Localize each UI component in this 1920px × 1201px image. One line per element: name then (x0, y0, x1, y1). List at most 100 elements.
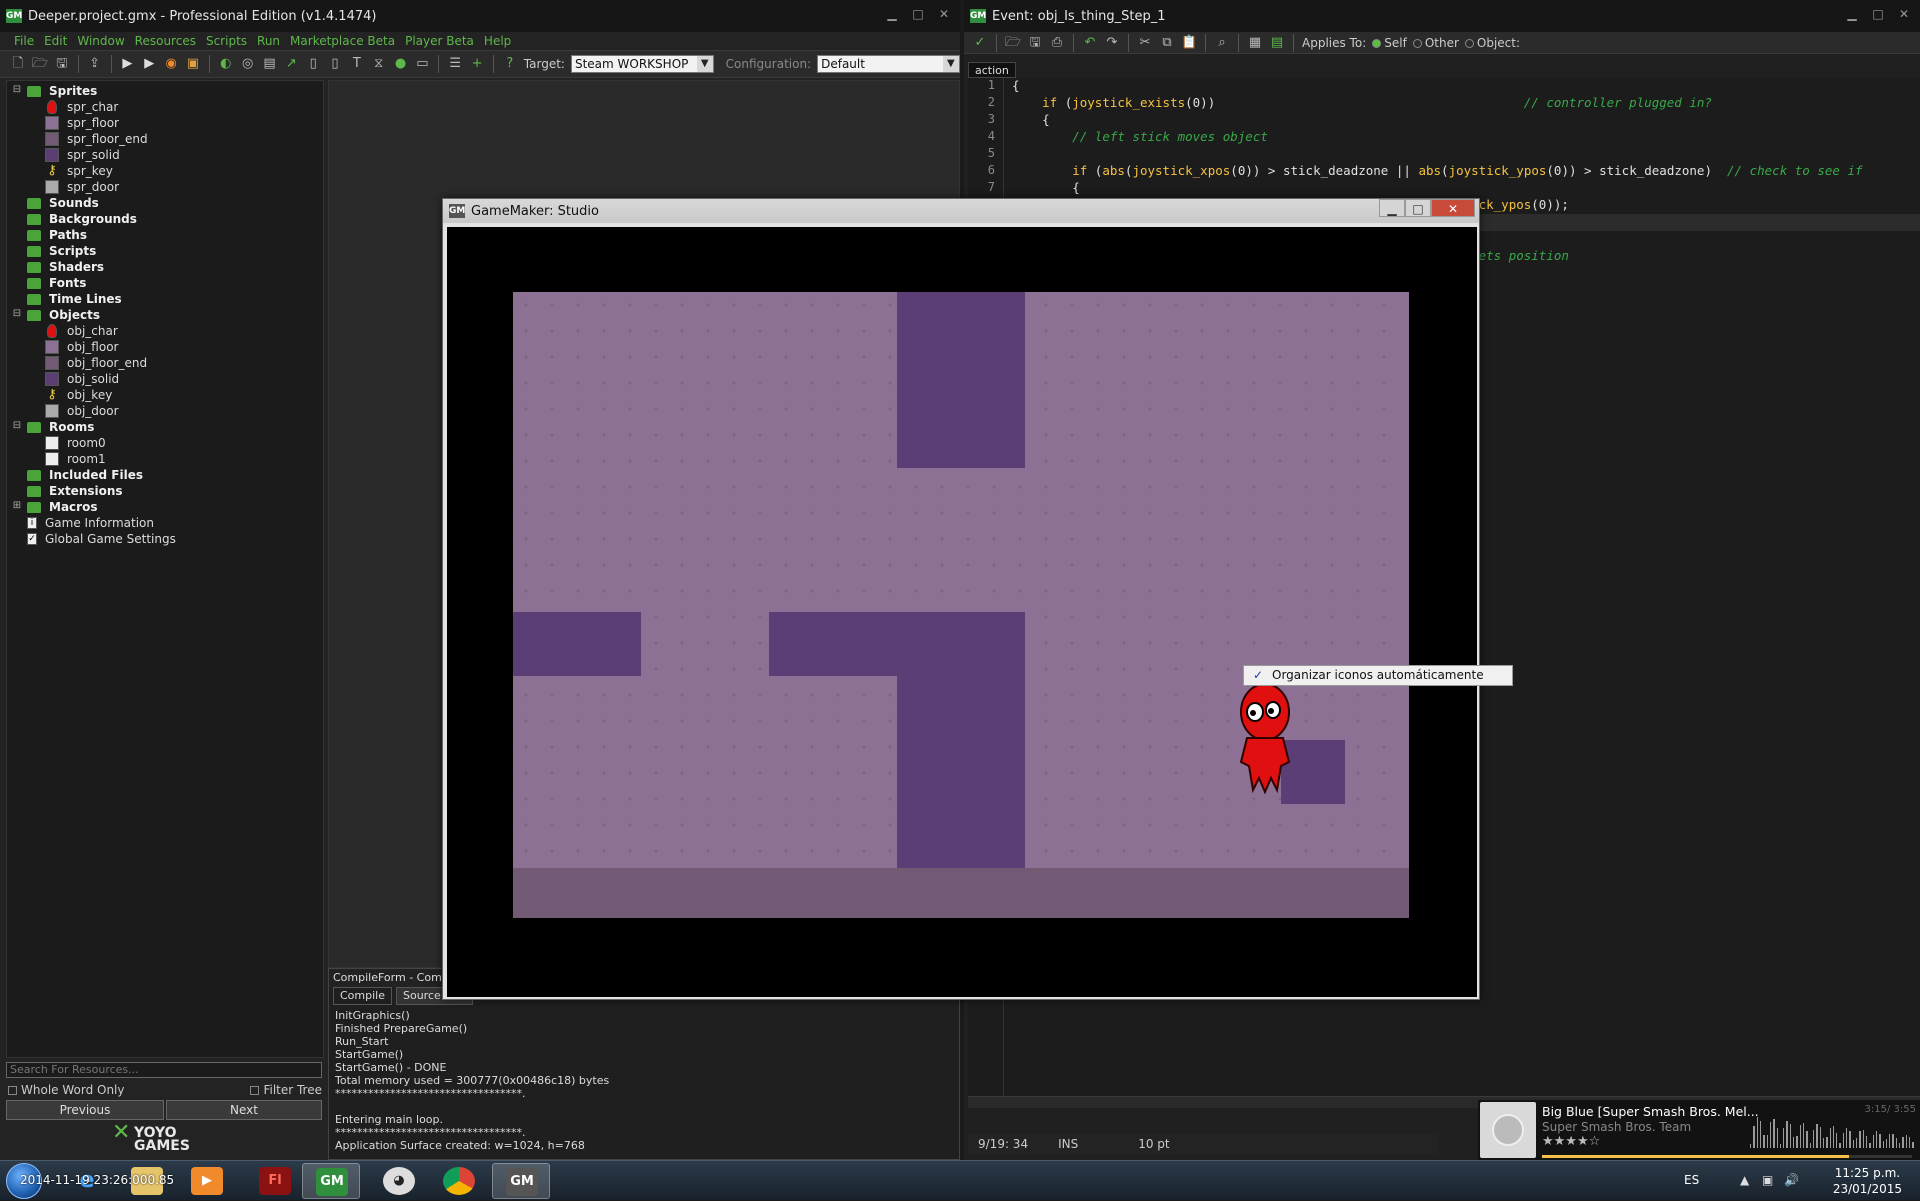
tree-item[interactable]: obj_solid (11, 371, 323, 387)
maximize-icon[interactable]: □ (908, 6, 928, 22)
search-input[interactable]: Search For Resources... (6, 1062, 322, 1078)
redo-icon[interactable]: ↷ (1104, 35, 1120, 51)
next-button[interactable]: Next (166, 1100, 322, 1120)
taskbar-app-media-player[interactable]: ▶ (178, 1163, 236, 1199)
game-viewport[interactable] (447, 227, 1477, 997)
tree-group-timelines[interactable]: Time Lines (11, 291, 323, 307)
tab-compile[interactable]: Compile (333, 987, 392, 1005)
config-select[interactable]: Default ▼ (817, 55, 960, 73)
radio-self[interactable]: Self (1372, 36, 1407, 50)
language-indicator[interactable]: ES (1684, 1173, 1699, 1187)
tree-item[interactable]: spr_floor_end (11, 131, 323, 147)
stop-icon[interactable]: ◉ (163, 56, 179, 72)
undo-icon[interactable]: ↶ (1082, 35, 1098, 51)
open-folder-icon[interactable]: 🗁 (32, 56, 48, 72)
copy-icon[interactable]: ⧉ (1159, 35, 1175, 51)
tree-group-backgrounds[interactable]: Backgrounds (11, 211, 323, 227)
tree-item[interactable]: spr_char (11, 99, 323, 115)
filter-tree-checkbox[interactable] (250, 1086, 260, 1095)
tab-action[interactable]: action (968, 62, 1016, 78)
network-icon[interactable]: ▣ (1762, 1173, 1773, 1187)
tree-group-scripts[interactable]: Scripts (11, 243, 323, 259)
expand-icon[interactable]: ⊞ (11, 501, 23, 513)
tree-global-settings[interactable]: ✓ Global Game Settings (11, 531, 323, 547)
track-progress[interactable] (1542, 1155, 1912, 1158)
whole-word-checkbox[interactable] (8, 1086, 17, 1095)
shader-icon[interactable]: ▯ (327, 56, 343, 72)
radio-object[interactable]: Object: (1464, 36, 1520, 50)
paste-icon[interactable]: 📋 (1181, 35, 1197, 51)
filter-tree-toggle[interactable]: Filter Tree (250, 1083, 322, 1097)
taskbar-app-chrome[interactable] (430, 1163, 488, 1199)
previous-button[interactable]: Previous (6, 1100, 164, 1120)
path-icon[interactable]: ↗ (283, 56, 299, 72)
package-icon[interactable]: ▣ (185, 56, 201, 72)
tree-group-sounds[interactable]: Sounds (11, 195, 323, 211)
now-playing-panel[interactable]: Big Blue [Super Smash Bros. Mel... Super… (1478, 1100, 1920, 1160)
tree-item[interactable]: obj_floor (11, 339, 323, 355)
tree-group-extensions[interactable]: Extensions (11, 483, 323, 499)
timeline-icon[interactable]: ⧖ (371, 56, 387, 72)
menu-help[interactable]: Help (484, 34, 511, 48)
menu-run[interactable]: Run (257, 34, 280, 48)
tree-group-rooms[interactable]: ⊟ Rooms (11, 419, 323, 435)
target-select[interactable]: Steam WORKSHOP ▼ (570, 55, 714, 73)
menu-marketplace[interactable]: Marketplace Beta (290, 34, 395, 48)
tree-item[interactable]: obj_floor_end (11, 355, 323, 371)
script-icon[interactable]: ▯ (305, 56, 321, 72)
radio-other-button[interactable] (1412, 38, 1422, 48)
menu-scripts[interactable]: Scripts (206, 34, 247, 48)
minimize-icon[interactable]: ▁ (1379, 199, 1405, 217)
radio-object-button[interactable] (1464, 38, 1474, 48)
tree-group-objects[interactable]: ⊟ Objects (11, 307, 323, 323)
taskbar-app-flash[interactable]: Fl (246, 1163, 304, 1199)
grid-icon[interactable]: ▦ (1247, 35, 1263, 51)
tree-item[interactable]: ⚷ obj_key (11, 387, 323, 403)
close-icon[interactable]: ✕ (1894, 6, 1914, 22)
context-menu-item[interactable]: ✓ Organizar iconos automáticamente (1243, 665, 1513, 686)
resource-tree[interactable]: ⊟ Sprites spr_char spr_floor spr_floor_en… (6, 80, 324, 1058)
save-icon[interactable]: 🖫 (1027, 35, 1043, 51)
system-clock[interactable]: 11:25 p.m. 23/01/2015 (1833, 1165, 1902, 1197)
run-icon[interactable]: ▶ (120, 56, 136, 72)
save-icon[interactable]: 🖫 (54, 56, 70, 72)
tray-expand-icon[interactable]: ▲ (1740, 1173, 1749, 1187)
maximize-icon[interactable]: □ (1405, 199, 1431, 217)
tree-group-included-files[interactable]: Included Files (11, 467, 323, 483)
collapse-icon[interactable]: ⊟ (11, 309, 23, 321)
tree-item[interactable]: obj_door (11, 403, 323, 419)
tree-item[interactable]: spr_door (11, 179, 323, 195)
sound-icon[interactable]: ◎ (240, 56, 256, 72)
close-icon[interactable]: ✕ (1431, 199, 1475, 217)
open-folder-icon[interactable]: 🗁 (1005, 35, 1021, 51)
tree-group-fonts[interactable]: Fonts (11, 275, 323, 291)
minimize-icon[interactable]: ▁ (882, 6, 902, 22)
new-file-icon[interactable]: 🗋 (10, 56, 26, 72)
code-page-icon[interactable]: ▤ (1269, 35, 1285, 51)
radio-self-button[interactable] (1372, 38, 1382, 48)
menu-edit[interactable]: Edit (44, 34, 67, 48)
taskbar-app-gamemaker-runner[interactable]: GM (492, 1163, 550, 1199)
maximize-icon[interactable]: □ (1868, 6, 1888, 22)
taskbar-app-steam[interactable]: ◕ (370, 1163, 428, 1199)
tree-item[interactable]: room0 (11, 435, 323, 451)
collapse-icon[interactable]: ⊟ (11, 421, 23, 433)
tree-item[interactable]: ⚷ spr_key (11, 163, 323, 179)
tree-group-macros[interactable]: ⊞ Macros (11, 499, 323, 515)
game-window[interactable]: GM GameMaker: Studio ▁ □ ✕ ✓ Organizar i… (442, 198, 1513, 1000)
menu-player[interactable]: Player Beta (405, 34, 474, 48)
tree-item[interactable]: room1 (11, 451, 323, 467)
menu-window[interactable]: Window (77, 34, 124, 48)
tree-item[interactable]: spr_floor (11, 115, 323, 131)
print-icon[interactable]: ⎙ (1049, 35, 1065, 51)
volume-icon[interactable]: 🔊 (1784, 1173, 1799, 1187)
object-icon[interactable]: ● (393, 56, 409, 72)
collapse-icon[interactable]: ⊟ (11, 85, 23, 97)
close-icon[interactable]: ✕ (934, 6, 954, 22)
tree-group-sprites[interactable]: ⊟ Sprites (11, 83, 323, 99)
debug-run-icon[interactable]: ▶ (141, 56, 157, 72)
radio-other[interactable]: Other (1412, 36, 1459, 50)
sprite-icon[interactable]: ◐ (218, 56, 234, 72)
extensions-icon[interactable]: + (469, 56, 485, 72)
room-icon[interactable]: ▭ (414, 56, 430, 72)
